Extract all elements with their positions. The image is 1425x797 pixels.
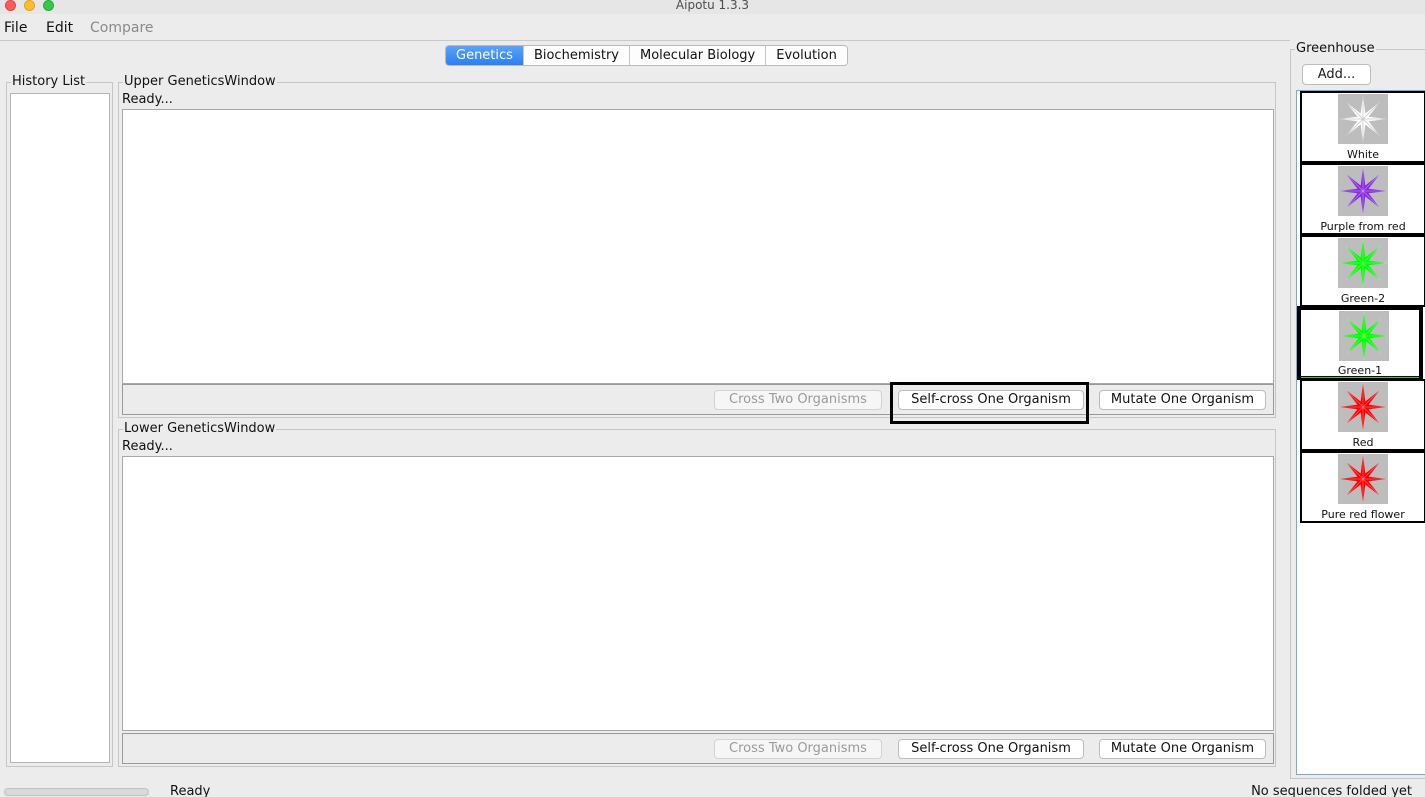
- tab-bar: Genetics Biochemistry Molecular Biology …: [445, 45, 848, 66]
- flower-icon: [1338, 94, 1388, 144]
- lower-button-bar: Cross Two Organisms Self-cross One Organ…: [122, 733, 1274, 764]
- upper-selfcross-button[interactable]: Self-cross One Organism: [898, 390, 1084, 410]
- organism-name: Green-1: [1301, 364, 1419, 378]
- greenhouse-panel: Greenhouse Add... White Purple from red Gr…: [1290, 41, 1425, 779]
- upper-genetics-window: Upper GeneticsWindow Ready... Cross Two …: [118, 74, 1276, 418]
- menu-divider: [0, 40, 1290, 41]
- flower-icon: [1338, 382, 1388, 432]
- menu-compare[interactable]: Compare: [90, 20, 154, 36]
- history-title: History List: [11, 74, 87, 89]
- upper-organism-area[interactable]: [122, 109, 1274, 384]
- organism-name: White: [1347, 148, 1379, 161]
- lower-selfcross-button[interactable]: Self-cross One Organism: [898, 739, 1084, 759]
- organism-card[interactable]: White: [1300, 91, 1425, 163]
- flower-icon: [1338, 454, 1388, 504]
- status-text: Ready: [170, 784, 211, 797]
- lower-status-text: Ready...: [122, 439, 173, 454]
- lower-mutate-button[interactable]: Mutate One Organism: [1099, 739, 1266, 759]
- menu-bar: File Edit Compare: [0, 16, 1425, 40]
- progress-bar: [4, 788, 149, 796]
- history-list[interactable]: [10, 93, 110, 763]
- organism-name: Purple from red: [1320, 220, 1406, 233]
- upper-mutate-button[interactable]: Mutate One Organism: [1099, 390, 1266, 410]
- tab-evolution[interactable]: Evolution: [766, 46, 847, 65]
- flower-icon: [1338, 238, 1388, 288]
- menu-file[interactable]: File: [4, 20, 27, 36]
- organism-name: Green-2: [1340, 292, 1386, 305]
- upper-window-title: Upper GeneticsWindow: [123, 74, 277, 89]
- lower-cross-button[interactable]: Cross Two Organisms: [714, 739, 882, 759]
- organism-name: Pure red flower: [1321, 508, 1405, 521]
- greenhouse-list: White Purple from red Green-2 Green-1 Red Pur…: [1296, 90, 1425, 775]
- upper-cross-button[interactable]: Cross Two Organisms: [714, 390, 882, 410]
- flower-icon: [1338, 166, 1388, 216]
- fold-status-text: No sequences folded yet: [1251, 784, 1412, 797]
- lower-window-title: Lower GeneticsWindow: [123, 421, 277, 436]
- greenhouse-title: Greenhouse: [1295, 41, 1376, 56]
- organism-card[interactable]: Green-1: [1297, 306, 1423, 380]
- title-bar: Aipotu 1.3.3: [0, 0, 1425, 14]
- tab-molecular-biology[interactable]: Molecular Biology: [630, 46, 767, 65]
- organism-card[interactable]: Purple from red: [1300, 163, 1425, 235]
- tab-biochemistry[interactable]: Biochemistry: [523, 46, 631, 65]
- upper-status-text: Ready...: [122, 92, 173, 107]
- lower-organism-area[interactable]: [122, 456, 1274, 731]
- flower-icon: [1339, 311, 1389, 361]
- upper-button-bar: Cross Two Organisms Self-cross One Organ…: [122, 384, 1274, 415]
- organism-card[interactable]: Green-2: [1300, 235, 1425, 307]
- menu-edit[interactable]: Edit: [46, 20, 73, 36]
- tab-genetics[interactable]: Genetics: [446, 46, 524, 65]
- organism-name: Red: [1352, 436, 1374, 449]
- organism-card[interactable]: Pure red flower: [1300, 451, 1425, 523]
- window-title: Aipotu 1.3.3: [675, 0, 750, 12]
- history-panel: History List: [6, 74, 113, 767]
- lower-genetics-window: Lower GeneticsWindow Ready... Cross Two …: [118, 421, 1276, 767]
- greenhouse-add-button[interactable]: Add...: [1302, 64, 1371, 85]
- organism-card[interactable]: Red: [1300, 379, 1425, 451]
